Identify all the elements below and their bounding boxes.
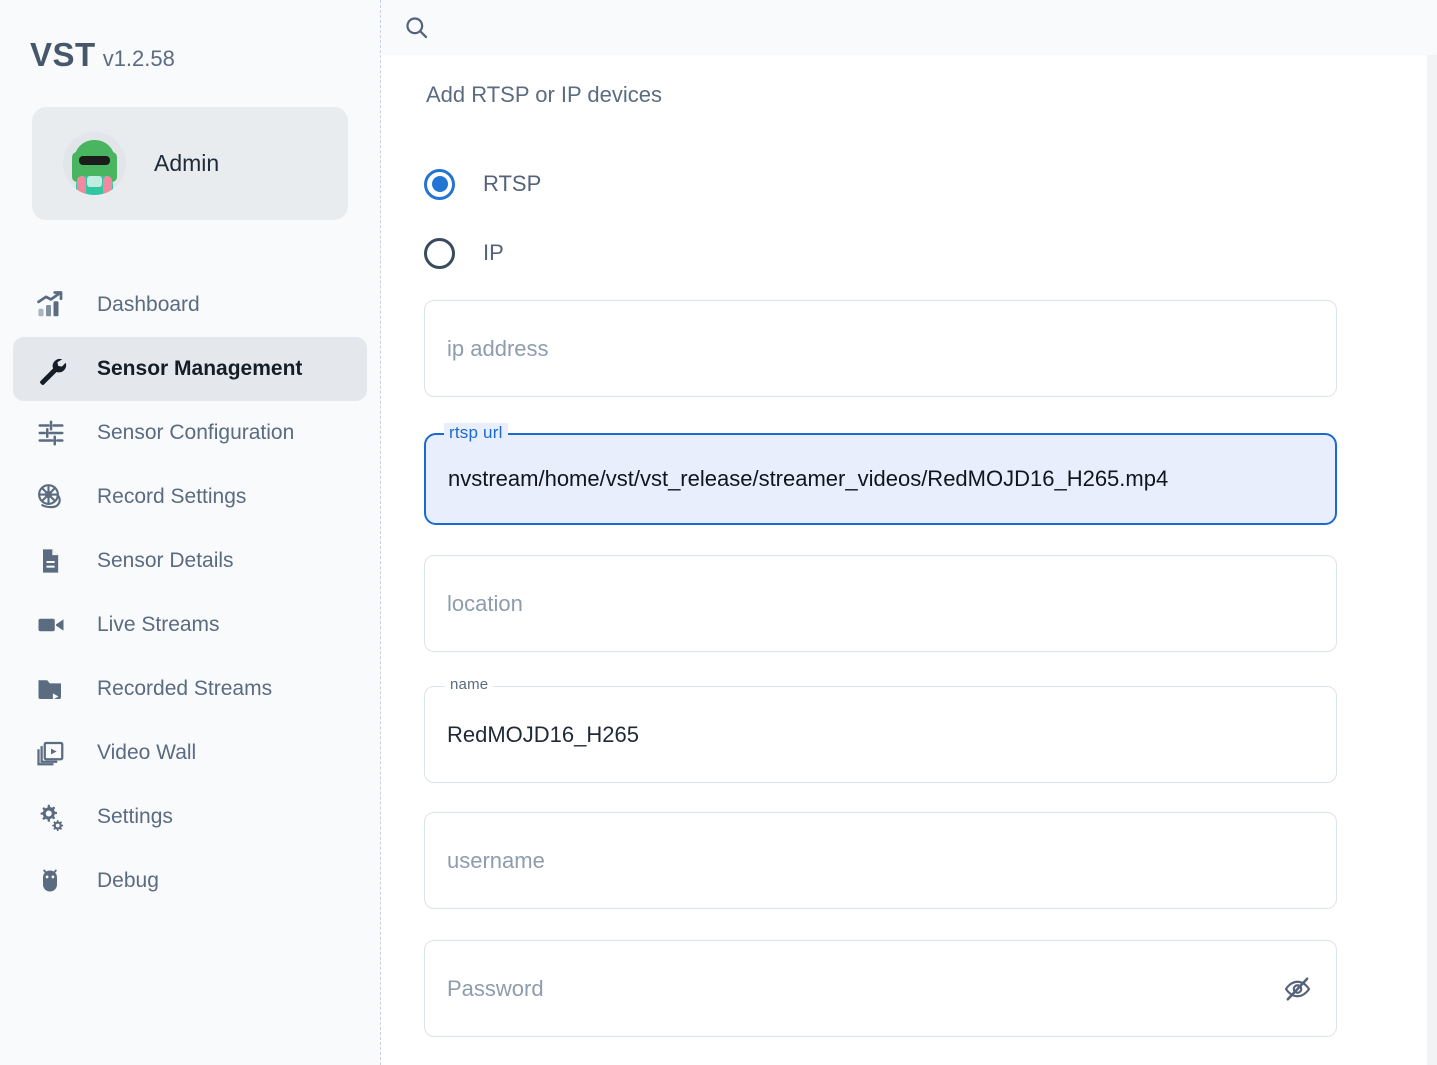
rtsp-url-value: nvstream/home/vst/vst_release/streamer_v… (426, 466, 1168, 492)
bug-icon (36, 867, 74, 895)
sidebar-nav: Dashboard Sensor Management (0, 273, 380, 913)
radio-option-ip[interactable]: IP (424, 229, 541, 277)
sidebar-item-recorded-streams[interactable]: Recorded Streams (13, 657, 367, 721)
username-placeholder: username (425, 848, 545, 874)
document-icon (36, 547, 74, 575)
ip-address-field[interactable]: ip address (424, 300, 1337, 397)
sidebar-item-label: Video Wall (97, 741, 196, 765)
radio-button-rtsp[interactable] (424, 169, 455, 200)
sidebar-item-record-settings[interactable]: Record Settings (13, 465, 367, 529)
app-root: VST v1.2.58 Admin (0, 0, 1437, 1065)
sidebar-item-dashboard[interactable]: Dashboard (13, 273, 367, 337)
search-icon[interactable] (403, 14, 430, 41)
radio-label-ip: IP (483, 240, 504, 266)
main-content: Add Device Manually Add RTSP or IP devic… (381, 0, 1437, 1065)
card-subtitle: Add RTSP or IP devices (426, 82, 662, 108)
radio-dot-icon (432, 176, 448, 192)
sidebar-item-label: Sensor Configuration (97, 421, 294, 445)
sidebar-item-label: Settings (97, 805, 173, 829)
sidebar-item-label: Debug (97, 869, 159, 893)
sidebar-item-label: Sensor Management (97, 357, 302, 381)
user-card[interactable]: Admin (32, 107, 348, 220)
location-placeholder: location (425, 591, 523, 617)
add-device-card: Add RTSP or IP devices RTSP IP ip addres… (386, 55, 1427, 1065)
name-field[interactable]: name RedMOJD16_H265 (424, 686, 1337, 783)
sidebar-item-label: Record Settings (97, 485, 246, 509)
brand-name: VST (30, 36, 96, 74)
name-value: RedMOJD16_H265 (425, 722, 639, 748)
radio-label-rtsp: RTSP (483, 171, 541, 197)
name-label: name (445, 676, 493, 693)
sidebar-item-label: Recorded Streams (97, 677, 272, 701)
scrollbar-track[interactable] (1427, 55, 1437, 1065)
gears-icon (36, 802, 74, 832)
user-name: Admin (154, 150, 219, 177)
sidebar-item-label: Live Streams (97, 613, 220, 637)
sidebar-item-sensor-details[interactable]: Sensor Details (13, 529, 367, 593)
ip-address-placeholder: ip address (425, 336, 549, 362)
rtsp-url-field[interactable]: rtsp url nvstream/home/vst/vst_release/s… (424, 433, 1337, 525)
radio-option-rtsp[interactable]: RTSP (424, 160, 541, 208)
film-reel-icon (36, 482, 74, 512)
password-field[interactable]: Password (424, 940, 1337, 1037)
eye-off-icon[interactable] (1283, 974, 1312, 1003)
wrench-icon (36, 354, 74, 385)
location-field[interactable]: location (424, 555, 1337, 652)
brand-version: v1.2.58 (103, 46, 175, 72)
sidebar-item-live-streams[interactable]: Live Streams (13, 593, 367, 657)
sidebar-item-video-wall[interactable]: Video Wall (13, 721, 367, 785)
video-camera-icon (36, 610, 74, 640)
topbar-right-spacer (1380, 0, 1437, 55)
topbar (381, 0, 1437, 55)
sidebar-item-debug[interactable]: Debug (13, 849, 367, 913)
chart-trending-icon (36, 290, 74, 320)
sidebar: VST v1.2.58 Admin (0, 0, 381, 1065)
radio-button-ip[interactable] (424, 238, 455, 269)
username-field[interactable]: username (424, 812, 1337, 909)
brand: VST v1.2.58 (0, 0, 380, 74)
sidebar-item-sensor-management[interactable]: Sensor Management (13, 337, 367, 401)
sidebar-item-label: Sensor Details (97, 549, 234, 573)
avatar (63, 132, 126, 195)
sidebar-item-label: Dashboard (97, 293, 200, 317)
rtsp-url-label: rtsp url (444, 423, 508, 443)
sidebar-item-sensor-configuration[interactable]: Sensor Configuration (13, 401, 367, 465)
video-wall-icon (36, 738, 74, 768)
sidebar-item-settings[interactable]: Settings (13, 785, 367, 849)
device-type-radio-group: RTSP IP (424, 160, 541, 277)
folder-play-icon (36, 674, 74, 704)
password-placeholder: Password (425, 976, 544, 1002)
sliders-icon (36, 418, 74, 448)
